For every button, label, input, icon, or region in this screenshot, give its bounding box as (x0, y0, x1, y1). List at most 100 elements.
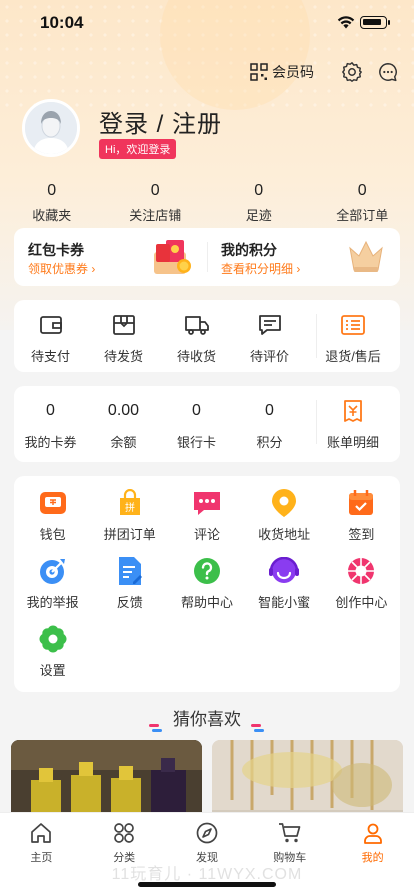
coupon-section[interactable]: 红包卡券 领取优惠券 › (14, 228, 207, 286)
tool-wallet[interactable]: 钱包 (14, 488, 91, 556)
services-card: 钱包 拼 拼团订单 评论 收货地址 签到 我的举报 反馈 帮助中心 智能小蜜 创… (14, 476, 400, 692)
order-pending-receipt[interactable]: 待收货 (160, 300, 233, 372)
wallet-value: 0 (265, 402, 274, 419)
truck-icon (184, 316, 209, 335)
tool-label: 钱包 (39, 527, 66, 542)
status-time: 10:04 (40, 13, 84, 32)
wallet-label: 银行卡 (176, 435, 216, 450)
comment-icon (258, 315, 281, 335)
category-icon (114, 823, 135, 843)
tool-label: 我的举报 (26, 595, 79, 610)
wallet-bank-card[interactable]: 0 银行卡 (160, 386, 233, 462)
tool-label: 帮助中心 (180, 595, 233, 610)
order-pending-shipment[interactable]: 待发货 (87, 300, 160, 372)
order-label: 待评价 (249, 349, 289, 364)
group-order-icon: 拼 (119, 489, 140, 515)
package-icon (112, 315, 135, 335)
tool-comments[interactable]: 评论 (168, 488, 245, 556)
messages-button[interactable] (376, 60, 400, 84)
tool-label: 评论 (193, 527, 220, 542)
login-register-link[interactable]: 登录 / 注册 (99, 104, 222, 139)
member-code-button[interactable]: 会员码 (250, 62, 314, 82)
stat-value: 0 (47, 182, 57, 199)
location-icon (272, 489, 297, 517)
stat-label: 关注店铺 (129, 208, 182, 223)
wallet-balance[interactable]: 0.00 余额 (87, 386, 160, 462)
tool-label: 设置 (39, 663, 66, 678)
orders-card: 待支付 待发货 待收货 待评价 退货/售后 (14, 300, 400, 372)
stat-all-orders[interactable]: 0 全部订单 (311, 182, 414, 224)
message-icon (379, 63, 397, 82)
tool-label: 反馈 (116, 595, 143, 610)
tool-label: 拼团订单 (103, 527, 156, 542)
stat-footprints[interactable]: 0 足迹 (207, 182, 311, 224)
tool-settings[interactable]: 设置 (14, 624, 91, 692)
qr-code-icon (250, 63, 268, 81)
user-icon (363, 823, 382, 844)
tool-address[interactable]: 收货地址 (246, 488, 323, 556)
order-label: 待支付 (30, 349, 70, 364)
recommend-header: 猜你喜欢 (0, 705, 414, 732)
recommend-title: 猜你喜欢 (173, 710, 241, 729)
wallet-label: 我的卡券 (24, 435, 77, 450)
battery-icon (360, 16, 387, 29)
settings-button[interactable] (340, 60, 364, 84)
decoration-icon (147, 717, 165, 732)
cart-icon (278, 823, 301, 843)
tool-creation-center[interactable]: 创作中心 (323, 556, 400, 624)
points-link[interactable]: 查看积分明细 › (221, 260, 300, 277)
order-pending-payment[interactable]: 待支付 (14, 300, 87, 372)
wallet-label: 账单明细 (326, 435, 379, 450)
assistant-icon (269, 557, 300, 583)
coupon-points-card: 红包卡券 领取优惠券 › 我的积分 查看积分明细 › (14, 228, 400, 286)
creation-icon (348, 558, 375, 584)
coupon-link[interactable]: 领取优惠券 › (28, 260, 95, 277)
divider (316, 314, 317, 358)
status-bar: 10:04 (0, 0, 414, 46)
compass-icon (196, 822, 218, 844)
stat-value: 0 (150, 182, 160, 199)
feedback-icon (118, 557, 142, 585)
report-icon (39, 559, 65, 584)
order-label: 退货/售后 (325, 349, 381, 364)
stat-followed-shops[interactable]: 0 关注店铺 (104, 182, 208, 224)
divider (316, 400, 317, 444)
help-icon (193, 558, 220, 584)
home-indicator (138, 882, 276, 887)
avatar[interactable] (22, 99, 80, 157)
wallet-icon (39, 316, 62, 334)
tool-my-reports[interactable]: 我的举报 (14, 556, 91, 624)
gear-icon (342, 62, 362, 82)
wallet-my-coupons[interactable]: 0 我的卡券 (14, 386, 87, 462)
settings-icon (39, 625, 67, 653)
tool-group-orders[interactable]: 拼 拼团订单 (91, 488, 168, 556)
bill-icon (344, 400, 362, 422)
points-section[interactable]: 我的积分 查看积分明细 › (207, 228, 400, 286)
order-refund[interactable]: 退货/售后 (306, 300, 400, 372)
stat-favorites[interactable]: 0 收藏夹 (0, 182, 104, 224)
greeting-badge: Hi，欢迎登录 (99, 139, 177, 159)
tool-label: 创作中心 (335, 595, 388, 610)
tool-smart-assistant[interactable]: 智能小蜜 (246, 556, 323, 624)
wallet-value: 0 (192, 402, 201, 419)
tool-label: 收货地址 (258, 527, 311, 542)
tool-label: 签到 (348, 527, 375, 542)
tool-label: 智能小蜜 (258, 595, 311, 610)
svg-text:拼: 拼 (125, 501, 135, 514)
stat-label: 全部订单 (336, 208, 389, 223)
wallet-points[interactable]: 0 积分 (233, 386, 306, 462)
member-code-label: 会员码 (272, 64, 314, 80)
home-icon (31, 823, 52, 843)
stat-label: 足迹 (245, 208, 272, 223)
refund-icon (341, 315, 365, 335)
wallet-bill-details[interactable]: 账单明细 (306, 386, 400, 462)
tool-feedback[interactable]: 反馈 (91, 556, 168, 624)
comment-icon (193, 492, 220, 515)
red-packet-icon (154, 240, 191, 274)
stat-value: 0 (357, 182, 367, 199)
default-avatar-icon (25, 102, 77, 154)
wallet-value: 0 (46, 402, 55, 419)
tool-checkin[interactable]: 签到 (323, 488, 400, 556)
order-pending-review[interactable]: 待评价 (233, 300, 306, 372)
tool-help-center[interactable]: 帮助中心 (168, 556, 245, 624)
